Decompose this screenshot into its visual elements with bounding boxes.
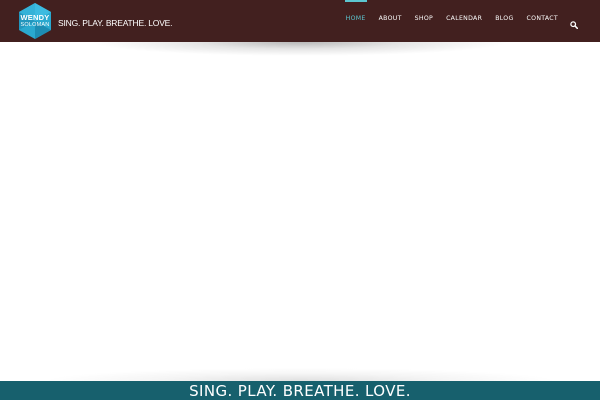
search-icon-glyph [570,21,579,30]
nav-item-calendar[interactable]: CALENDAR [446,0,482,27]
logo-name: WENDY SOLOMAN [16,2,54,40]
banner-text: SING. PLAY. BREATHE. LOVE. [189,382,411,400]
tagline-banner: SING. PLAY. BREATHE. LOVE. [0,381,600,400]
search-icon[interactable] [570,0,579,30]
site-header: WENDY SOLOMAN SING. PLAY. BREATHE. LOVE.… [0,0,600,42]
logo-hexagon: WENDY SOLOMAN [16,2,54,40]
logo-last-name: SOLOMAN [20,21,50,28]
nav-item-contact[interactable]: CONTACT [527,0,558,27]
header-shadow [90,42,510,56]
logo-tagline: SING. PLAY. BREATHE. LOVE. [58,17,173,28]
logo-first-name: WENDY [20,13,50,22]
site-logo[interactable]: WENDY SOLOMAN SING. PLAY. BREATHE. LOVE. [16,2,173,40]
nav-item-home[interactable]: HOME [344,0,367,27]
nav-item-about[interactable]: ABOUT [379,0,402,27]
main-nav: HOME ABOUT SHOP CALENDAR BLOG CONTACT [333,0,579,42]
page: WENDY SOLOMAN SING. PLAY. BREATHE. LOVE.… [0,0,600,400]
footer-shadow [40,368,560,381]
nav-item-shop[interactable]: SHOP [415,0,433,27]
nav-item-blog[interactable]: BLOG [495,0,513,27]
